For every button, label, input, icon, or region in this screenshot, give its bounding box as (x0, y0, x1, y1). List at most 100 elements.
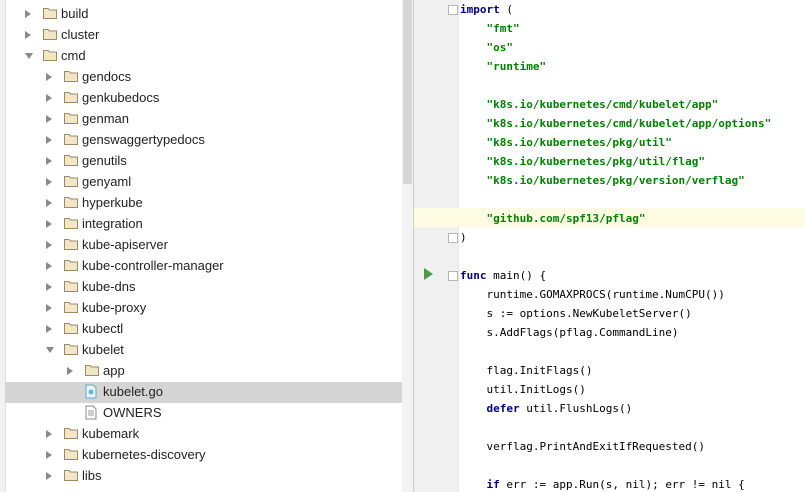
chevron-right-icon[interactable] (46, 136, 52, 144)
code-string: "os" (486, 41, 514, 54)
code-line[interactable]: "k8s.io/kubernetes/cmd/kubelet/app/optio… (460, 114, 772, 133)
tree-row-kubemark[interactable]: kubemark (5, 424, 402, 445)
tree-row-genutils[interactable]: genutils (5, 151, 402, 172)
tree-row-genkubedocs[interactable]: genkubedocs (5, 88, 402, 109)
code-editor[interactable]: import ( "fmt" "os" "runtime" "k8s.io/ku… (414, 0, 805, 492)
code-line[interactable]: "k8s.io/kubernetes/pkg/util" (460, 133, 672, 152)
code-line[interactable]: import ( (460, 0, 513, 19)
code-line[interactable]: if err := app.Run(s, nil); err != nil { (460, 475, 745, 492)
code-line[interactable]: func main() { (460, 266, 546, 285)
chevron-right-icon[interactable] (46, 262, 52, 270)
tree-row-cluster[interactable]: cluster (5, 25, 402, 46)
chevron-right-icon[interactable] (46, 178, 52, 186)
tree-item-label: integration (82, 216, 143, 231)
folder-icon (64, 301, 78, 313)
chevron-right-icon[interactable] (46, 241, 52, 249)
tree-row-owners[interactable]: OWNERS (5, 403, 402, 424)
code-line[interactable]: "k8s.io/kubernetes/cmd/kubelet/app" (460, 95, 719, 114)
code-line[interactable]: s.AddFlags(pflag.CommandLine) (460, 323, 678, 342)
code-line[interactable]: "k8s.io/kubernetes/pkg/version/verflag" (460, 171, 745, 190)
code-keyword: if (486, 478, 500, 491)
chevron-right-icon[interactable] (46, 430, 52, 438)
folder-icon (85, 364, 99, 376)
code-line[interactable]: runtime.GOMAXPROCS(runtime.NumCPU()) (460, 285, 724, 304)
tree-row-kubectl[interactable]: kubectl (5, 319, 402, 340)
tree-item-label: app (103, 363, 125, 378)
run-icon[interactable] (424, 268, 433, 280)
chevron-right-icon[interactable] (46, 325, 52, 333)
code-line[interactable]: util.InitLogs() (460, 380, 585, 399)
code-text: ) (460, 231, 467, 244)
chevron-right-icon[interactable] (25, 31, 31, 39)
chevron-right-icon[interactable] (46, 157, 52, 165)
tree-item-label: kube-dns (82, 279, 136, 294)
folder-icon (64, 469, 78, 481)
project-tree: build cluster cmd gendocs genkubedocs genman g… (0, 0, 413, 492)
fold-marker-icon[interactable] (448, 233, 458, 243)
tree-item-label: genyaml (82, 174, 132, 189)
code-text: s := options.NewKubeletServer() (460, 307, 692, 320)
code-line[interactable]: defer util.FlushLogs() (460, 399, 633, 418)
code-line[interactable]: verflag.PrintAndExitIfRequested() (460, 437, 705, 456)
chevron-right-icon[interactable] (46, 115, 52, 123)
code-line[interactable]: "github.com/spf13/pflag" (460, 209, 646, 228)
code-line[interactable]: ) (460, 228, 467, 247)
code-string: "k8s.io/kubernetes/pkg/util" (486, 136, 672, 149)
go-file-icon (85, 384, 97, 399)
folder-icon (64, 154, 78, 166)
folder-icon (64, 448, 78, 460)
code-line[interactable]: s := options.NewKubeletServer() (460, 304, 692, 323)
chevron-right-icon[interactable] (46, 283, 52, 291)
tree-row-app[interactable]: app (5, 361, 402, 382)
text-file-icon (85, 405, 97, 420)
tree-row-genman[interactable]: genman (5, 109, 402, 130)
tree-row-kube-apiserver[interactable]: kube-apiserver (5, 235, 402, 256)
tree-row-kube-proxy[interactable]: kube-proxy (5, 298, 402, 319)
folder-icon (64, 427, 78, 439)
folder-icon (64, 280, 78, 292)
code-line[interactable]: flag.InitFlags() (460, 361, 592, 380)
code-line[interactable]: "runtime" (460, 57, 547, 76)
chevron-right-icon[interactable] (25, 10, 31, 18)
chevron-right-icon[interactable] (46, 73, 52, 81)
code-line[interactable]: "fmt" (460, 19, 520, 38)
tree-row-kubernetes-discovery[interactable]: kubernetes-discovery (5, 445, 402, 466)
fold-marker-icon[interactable] (448, 5, 458, 15)
chevron-right-icon[interactable] (67, 367, 73, 375)
chevron-down-icon[interactable] (46, 347, 54, 353)
code-keyword: defer (486, 402, 520, 415)
tree-scrollbar-thumb[interactable] (403, 0, 412, 184)
tree-row-kubelet[interactable]: kubelet (5, 340, 402, 361)
folder-icon (64, 112, 78, 124)
chevron-down-icon[interactable] (25, 53, 33, 59)
tree-row-kubelet-go[interactable]: kubelet.go (5, 382, 402, 403)
chevron-right-icon[interactable] (46, 199, 52, 207)
code-line[interactable]: "os" (460, 38, 514, 57)
code-string: "k8s.io/kubernetes/pkg/util/flag" (486, 155, 706, 168)
chevron-right-icon[interactable] (46, 451, 52, 459)
tree-row-build[interactable]: build (5, 4, 402, 25)
tree-item-label: genkubedocs (82, 90, 160, 105)
tree-row-libs[interactable]: libs (5, 466, 402, 487)
tree-row-hyperkube[interactable]: hyperkube (5, 193, 402, 214)
code-line[interactable]: "k8s.io/kubernetes/pkg/util/flag" (460, 152, 706, 171)
tree-item-label: libs (82, 468, 102, 483)
chevron-right-icon[interactable] (46, 472, 52, 480)
tree-row-genyaml[interactable]: genyaml (5, 172, 402, 193)
fold-marker-icon[interactable] (448, 271, 458, 281)
folder-icon (64, 133, 78, 145)
tree-row-genswaggertypedocs[interactable]: genswaggertypedocs (5, 130, 402, 151)
tree-item-label: kubelet.go (103, 384, 163, 399)
tree-row-kube-dns[interactable]: kube-dns (5, 277, 402, 298)
tree-row-integration[interactable]: integration (5, 214, 402, 235)
tree-row-gendocs[interactable]: gendocs (5, 67, 402, 88)
chevron-right-icon[interactable] (46, 304, 52, 312)
tree-row-cmd[interactable]: cmd (5, 46, 402, 67)
chevron-right-icon[interactable] (46, 94, 52, 102)
tree-item-label: kube-proxy (82, 300, 147, 315)
chevron-right-icon[interactable] (46, 220, 52, 228)
tree-row-kube-controller-manager[interactable]: kube-controller-manager (5, 256, 402, 277)
